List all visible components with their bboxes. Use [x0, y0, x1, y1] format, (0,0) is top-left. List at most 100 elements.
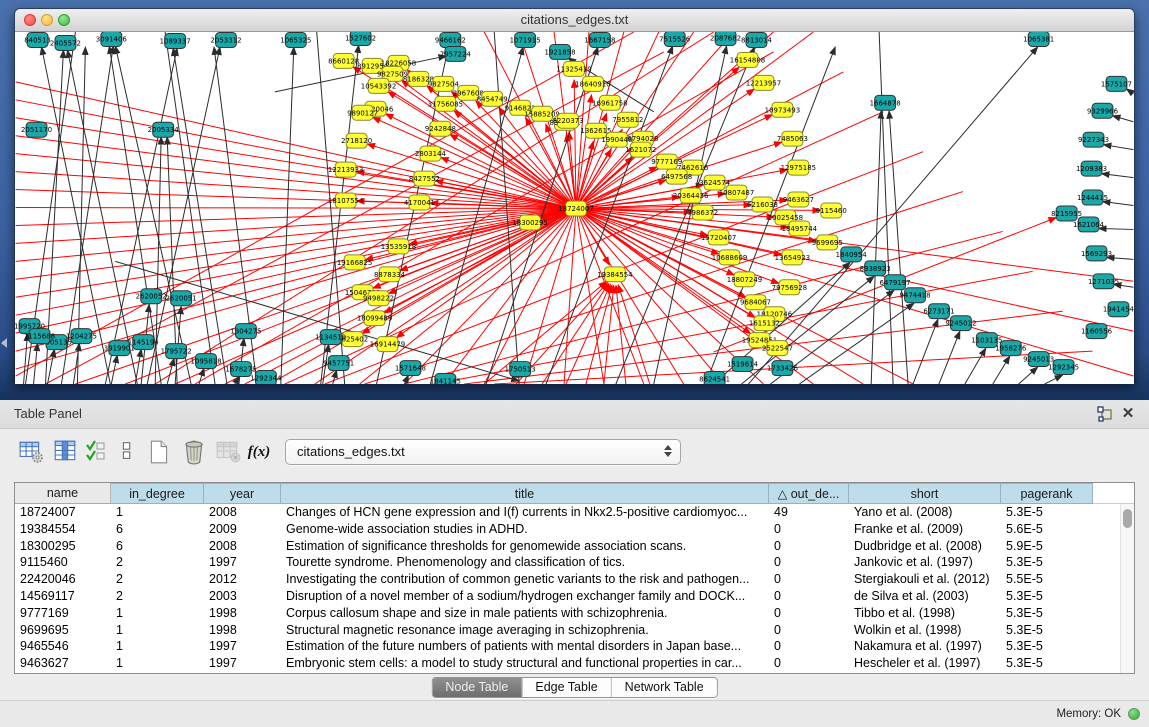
table-row[interactable]: 969969511998Structural magnetic resonanc… [15, 622, 1121, 639]
graph-node[interactable]: 7957224 [440, 46, 472, 61]
graph-node[interactable]: 13535918 [381, 239, 416, 254]
new-column-button[interactable] [146, 438, 174, 466]
table-settings-button[interactable] [18, 438, 46, 466]
graph-node[interactable]: 12213957 [746, 75, 781, 90]
graph-node[interactable]: 16154808 [730, 52, 765, 67]
graph-node[interactable]: 1664878 [870, 95, 901, 110]
row-height-icon [116, 438, 138, 464]
graph-node[interactable]: 2005334 [148, 122, 180, 137]
column-header-title[interactable]: title [281, 483, 769, 504]
window-titlebar[interactable]: citations_edges.txt [15, 9, 1134, 32]
table-row[interactable]: 946362711997Embryonic stem cells: a mode… [15, 655, 1121, 672]
graph-node[interactable]: 1921858 [545, 44, 576, 59]
graph-node[interactable]: 1244415 [1077, 190, 1108, 205]
tab-edge-table[interactable]: Edge Table [521, 678, 610, 697]
graph-node[interactable]: 8215955 [1051, 206, 1082, 221]
graph-node[interactable]: 10973493 [765, 102, 800, 117]
graph-node[interactable]: 1795722 [161, 344, 192, 359]
network-view-canvas[interactable]: 8660128891295418226058982750981863289827… [15, 32, 1134, 384]
close-panel-button[interactable]: ✕ [1119, 406, 1137, 422]
graph-node[interactable]: 1089337 [160, 33, 191, 48]
graph-node[interactable]: 9474418 [900, 288, 931, 303]
column-header-year[interactable]: year [204, 483, 281, 504]
graph-node[interactable]: 8660128 [328, 53, 359, 68]
graph-node[interactable]: 79756928 [772, 280, 807, 295]
table-row[interactable]: 1456911722003Disruption of a novel membe… [15, 588, 1121, 605]
graph-node[interactable]: 18640910 [575, 76, 610, 91]
graph-node[interactable]: 1840954 [836, 247, 868, 262]
graph-node[interactable]: 1527602 [345, 32, 376, 45]
graph-node[interactable]: 1065325 [280, 32, 311, 47]
graph-node[interactable]: 18107554 [328, 193, 364, 208]
graph-node[interactable]: 16961758 [592, 95, 627, 110]
graph-node[interactable]: 9699695 [812, 235, 843, 250]
graph-node[interactable]: 1571648 [395, 361, 426, 376]
graph-node[interactable]: 12975185 [781, 160, 816, 175]
table-row[interactable]: 1872400712008Changes of HCN gene express… [15, 504, 1121, 521]
graph-node[interactable]: 20364436 [673, 188, 708, 203]
table-row[interactable]: 1830029562008Estimation of significance … [15, 538, 1121, 555]
graph-node[interactable]: 2051170 [21, 122, 52, 137]
svg-text:16961758: 16961758 [592, 99, 627, 107]
graph-node[interactable]: 1569293 [1081, 246, 1112, 261]
graph-node[interactable]: 840513 [24, 32, 51, 47]
tab-node-table[interactable]: Node Table [432, 678, 521, 697]
column-header-pagerank[interactable]: pagerank [1001, 483, 1093, 504]
graph-node[interactable]: 31756085 [428, 96, 463, 111]
graph-node[interactable]: 8938923 [860, 261, 891, 276]
column-header-in-degree[interactable]: in_degree [111, 483, 204, 504]
graph-node[interactable]: 9457751 [323, 356, 354, 371]
graph-node[interactable]: 7485063 [777, 131, 808, 146]
graph-node[interactable]: 1065381 [1023, 32, 1054, 46]
svg-text:8624541: 8624541 [699, 376, 730, 384]
float-panel-button[interactable] [1097, 406, 1115, 422]
graph-node[interactable]: 1071915 [510, 32, 541, 47]
column-header-out-de-[interactable]: △ out_de... [769, 483, 849, 504]
table-row[interactable]: 977716911998Corpus callosum shape and si… [15, 605, 1121, 622]
table-row[interactable]: 2242004622012Investigating the contribut… [15, 571, 1121, 588]
graph-node[interactable]: 9466162 [435, 32, 466, 47]
function-builder-button[interactable]: f(x) [244, 438, 274, 466]
column-header-short[interactable]: short [849, 483, 1001, 504]
graph-node[interactable]: 9115460 [816, 203, 847, 218]
graph-node[interactable]: 1733426 [767, 361, 798, 376]
tab-network-table[interactable]: Network Table [611, 678, 717, 697]
graph-node[interactable]: 12213933 [328, 162, 363, 177]
graph-node[interactable]: 9245012 [945, 316, 976, 331]
table-vertical-scrollbar[interactable] [1120, 504, 1134, 673]
select-all-button[interactable] [84, 438, 112, 466]
svg-text:1571648: 1571648 [395, 365, 426, 373]
show-columns-button[interactable] [52, 438, 80, 466]
graph-node[interactable]: 8813014 [741, 32, 773, 47]
delete-table-button-disabled[interactable] [214, 438, 242, 466]
graph-node[interactable]: 16914479 [370, 337, 405, 352]
delete-columns-button[interactable] [180, 438, 208, 466]
table-chooser-select[interactable]: citations_edges.txt [285, 439, 681, 465]
graph-node[interactable]: 19384554 [597, 267, 633, 282]
graph-node[interactable]: 2053312 [210, 32, 241, 47]
column-header-name[interactable]: name [15, 483, 111, 504]
graph-node[interactable]: 1750513 [505, 362, 536, 377]
graph-node[interactable]: 1941454 [1103, 302, 1134, 317]
memory-status-indicator[interactable] [1128, 708, 1140, 720]
graph-node[interactable]: 1304275 [230, 324, 261, 339]
graph-node[interactable]: 8427552 [409, 171, 440, 186]
graph-node[interactable]: 6273171 [923, 304, 954, 319]
table-row[interactable]: 911546021997Tourette syndrome. Phenomeno… [15, 554, 1121, 571]
row-height-button[interactable] [116, 438, 144, 466]
table-row[interactable]: 946554611997Estimation of the future num… [15, 638, 1121, 655]
graph-node[interactable]: 1841145 [430, 374, 461, 384]
graph-node[interactable]: 2405572 [50, 35, 81, 50]
svg-text:1841145: 1841145 [430, 378, 461, 384]
graph-node[interactable]: 3091406 [96, 32, 127, 46]
graph-node[interactable]: 1621064 [1073, 217, 1105, 232]
table-row[interactable]: 1938455462009Genome-wide association stu… [15, 521, 1121, 538]
collapse-panel-arrow[interactable] [1, 338, 7, 348]
graph-node[interactable]: 13654923 [775, 250, 810, 265]
scrollbar-thumb[interactable] [1123, 509, 1132, 528]
table-cell: 5.3E-5 [1001, 655, 1093, 672]
graph-node[interactable]: 1095818 [191, 354, 222, 369]
graph-node[interactable]: 2087682 [710, 32, 741, 45]
graph-node[interactable]: 18099489 [357, 311, 392, 326]
graph-node[interactable]: 2718120 [341, 133, 372, 148]
